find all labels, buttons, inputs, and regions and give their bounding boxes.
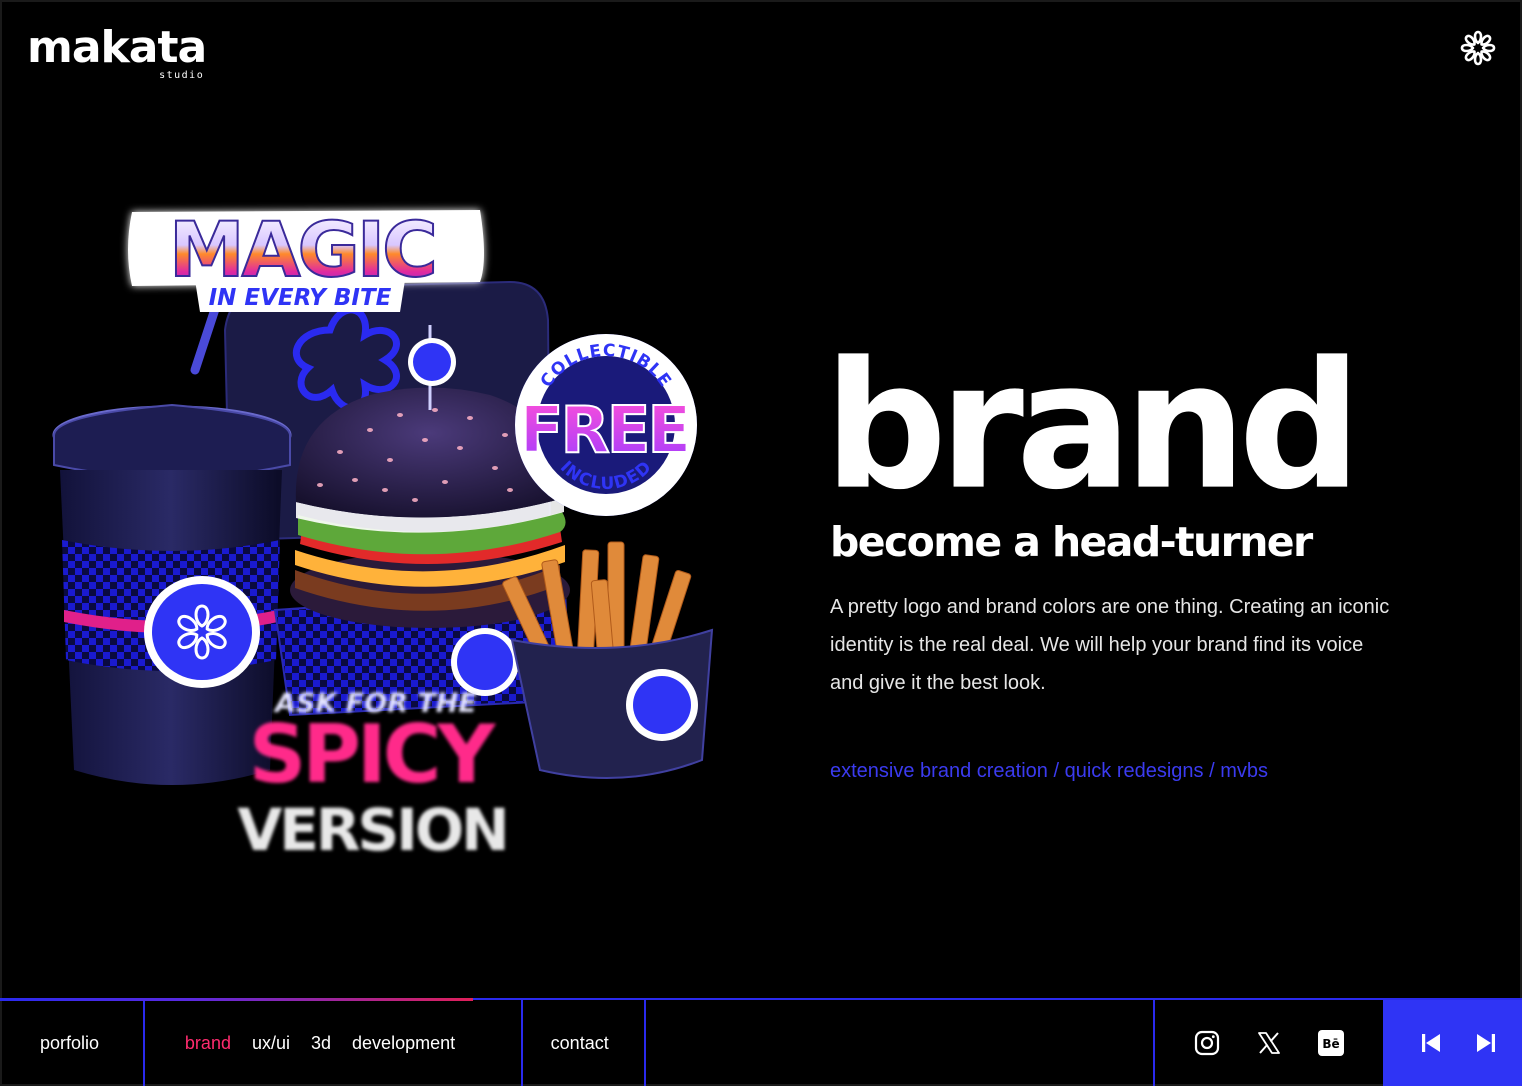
nav-contact[interactable]: contact	[523, 1000, 646, 1086]
progress-bar	[0, 998, 473, 1001]
instagram-icon	[1195, 1030, 1220, 1056]
instagram-button[interactable]	[1193, 1029, 1221, 1057]
behance-icon: Bē	[1318, 1030, 1345, 1056]
nav-category-brand[interactable]: brand	[185, 1033, 231, 1054]
behance-button[interactable]: Bē	[1317, 1029, 1345, 1057]
magic-sign-subtitle: IN EVERY BITE	[209, 285, 392, 311]
bottom-nav: porfolio brand ux/ui 3d development cont…	[0, 998, 1522, 1086]
asterisk-flower-icon	[1460, 30, 1496, 66]
services-link[interactable]: extensive brand creation / quick redesig…	[830, 760, 1430, 783]
logo[interactable]: makata studio	[27, 22, 207, 82]
hero-text: brand become a head-turner A pretty logo…	[824, 338, 1430, 783]
nav-portfolio[interactable]: porfolio	[0, 1000, 145, 1086]
previous-icon	[1422, 1034, 1441, 1052]
slide-controls	[1383, 1000, 1522, 1086]
menu-button[interactable]	[1456, 26, 1500, 70]
nav-categories: brand ux/ui 3d development	[145, 1000, 523, 1086]
x-button[interactable]	[1255, 1029, 1283, 1057]
nav-category-development[interactable]: development	[352, 1033, 455, 1054]
previous-button[interactable]	[1419, 1031, 1443, 1055]
behance-label: Bē	[1322, 1037, 1339, 1051]
social-links: Bē	[1155, 1000, 1383, 1086]
hero-illustration: MAGIC IN EVERY BITE COLLECTIBLE INCLUDED…	[40, 190, 740, 880]
promo-line-3: VERSION	[237, 796, 506, 864]
nav-category-3d[interactable]: 3d	[311, 1033, 331, 1054]
logo-subtitle: studio	[159, 70, 205, 81]
next-button[interactable]	[1474, 1031, 1498, 1055]
x-icon	[1258, 1032, 1281, 1054]
hero-title: brand	[824, 323, 1362, 529]
next-icon	[1477, 1034, 1495, 1052]
nav-category-ux-ui[interactable]: ux/ui	[252, 1033, 290, 1054]
promo-line-2: SPICY	[249, 708, 497, 801]
badge-main-text: FREE	[520, 394, 688, 468]
logo-wordmark: makata	[27, 22, 207, 73]
nav-spacer	[646, 1000, 1156, 1086]
hero-description: A pretty logo and brand colors are one t…	[830, 596, 1390, 694]
